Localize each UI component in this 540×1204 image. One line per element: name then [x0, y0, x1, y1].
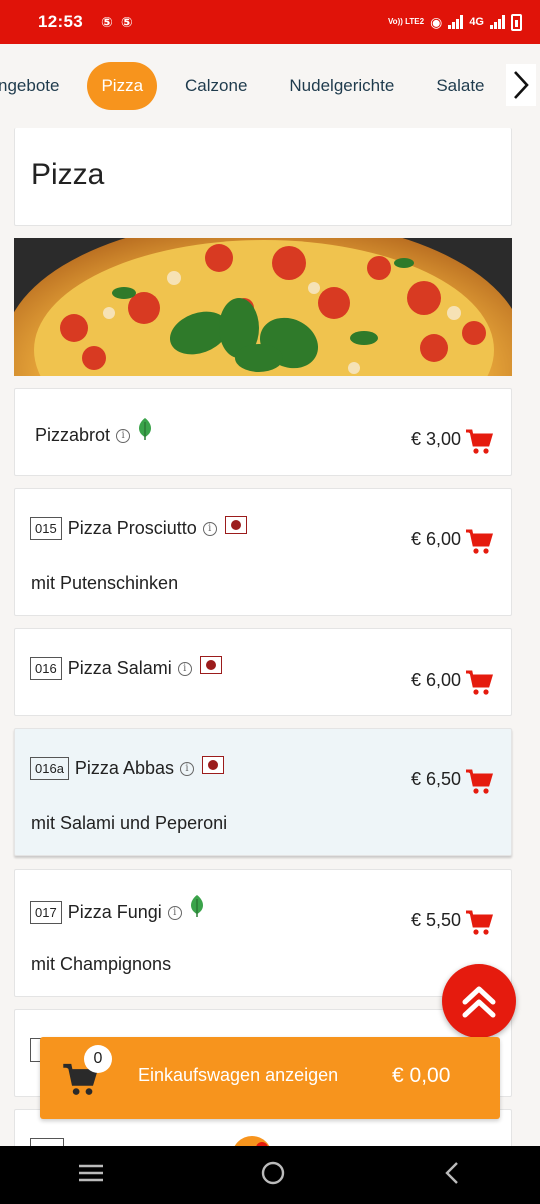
menu-item[interactable]: Pizzabrot i € 3,00	[14, 388, 512, 476]
scroll-to-top-button[interactable]	[442, 964, 516, 1038]
meat-icon	[224, 515, 247, 534]
add-to-cart-icon[interactable]	[465, 670, 494, 701]
info-icon[interactable]: i	[116, 428, 131, 443]
add-to-cart-icon[interactable]	[465, 769, 494, 800]
info-icon[interactable]: i	[179, 761, 194, 776]
battery-icon	[511, 13, 522, 31]
item-name: Pizza Fungi	[67, 902, 162, 922]
notification-icon: ⑤	[120, 13, 133, 30]
section-title: Pizza	[31, 158, 105, 191]
item-description: mit Salami und Peperoni	[31, 813, 228, 833]
tabs-next-arrow-icon[interactable]	[506, 64, 536, 106]
info-icon[interactable]: i	[177, 661, 192, 676]
tab-nudelgerichte[interactable]: Nudelgerichte	[275, 62, 408, 110]
item-description: mit Putenschinken	[31, 573, 179, 593]
signal-icon	[448, 15, 464, 29]
recent-apps-icon[interactable]	[78, 1163, 104, 1188]
status-right: Vo)) LTE2 ◉ 4G	[387, 13, 522, 31]
leaf-icon	[188, 894, 206, 923]
back-icon[interactable]	[442, 1160, 462, 1191]
menu-item[interactable]: 016a Pizza Abbas i mit Salami und Peperoni…	[14, 728, 512, 856]
tab-salate[interactable]: Salate	[422, 62, 498, 110]
meat-icon	[201, 755, 224, 774]
signal-icon-2	[490, 15, 505, 29]
add-to-cart-icon[interactable]	[465, 529, 494, 560]
item-name: Pizza Abbas	[74, 758, 174, 778]
menu-item[interactable]: 017 Pizza Fungi i mit Champignons € 5,50	[14, 869, 512, 997]
menu-item[interactable]: 016 Pizza Salami i € 6,00	[14, 628, 512, 716]
item-name: Pizza Salami	[67, 658, 172, 678]
tab-angebote[interactable]: ngebote	[0, 62, 73, 110]
item-price: € 6,50	[410, 769, 461, 789]
pizza-banner-image	[14, 238, 512, 376]
view-cart-button[interactable]: 0 Einkaufswagen anzeigen € 0,00	[40, 1037, 500, 1119]
tab-calzone[interactable]: Calzone	[171, 62, 261, 110]
info-icon[interactable]: i	[202, 521, 217, 536]
notification-icons: ⑤ ⑤	[101, 14, 133, 31]
add-to-cart-icon[interactable]	[465, 910, 494, 941]
item-price: € 3,00	[410, 429, 461, 449]
network-type: 4G	[469, 16, 484, 28]
cart-count-badge: 0	[84, 1045, 112, 1073]
hotspot-icon: ◉	[430, 13, 443, 30]
item-name: Pizza Prosciutto	[67, 518, 197, 538]
notification-icon: ⑤	[100, 13, 113, 30]
category-tabs: ngebote Pizza Calzone Nudelgerichte Sala…	[0, 44, 540, 128]
item-price: € 6,00	[410, 670, 461, 690]
meat-icon	[199, 655, 222, 674]
section-header: Pizza	[14, 128, 512, 226]
info-icon[interactable]: i	[167, 905, 182, 920]
menu-item[interactable]: 015 Pizza Prosciutto i mit Putenschinken €…	[14, 488, 512, 616]
home-icon[interactable]	[260, 1160, 286, 1191]
item-number: 017	[30, 901, 62, 924]
item-price: € 5,50	[410, 910, 461, 930]
item-name: Pizzabrot	[35, 425, 111, 445]
status-time: 12:53	[38, 12, 83, 31]
item-number: 015	[30, 517, 62, 540]
item-description: mit Champignons	[31, 954, 172, 974]
leaf-icon	[136, 417, 154, 446]
system-nav-bar	[0, 1146, 540, 1204]
volte-indicator: Vo)) LTE2	[387, 17, 425, 26]
status-bar: 12:53 ⑤ ⑤ Vo)) LTE2 ◉ 4G	[0, 0, 540, 44]
item-number: 016	[30, 657, 62, 680]
item-number: 016a	[30, 757, 69, 780]
item-price: € 6,00	[410, 529, 461, 549]
double-chevron-up-icon	[462, 986, 496, 1018]
tab-pizza[interactable]: Pizza	[87, 62, 158, 110]
cart-total: € 0,00	[392, 1064, 451, 1087]
cart-label: Einkaufswagen anzeigen	[138, 1065, 339, 1085]
add-to-cart-icon[interactable]	[465, 429, 494, 460]
